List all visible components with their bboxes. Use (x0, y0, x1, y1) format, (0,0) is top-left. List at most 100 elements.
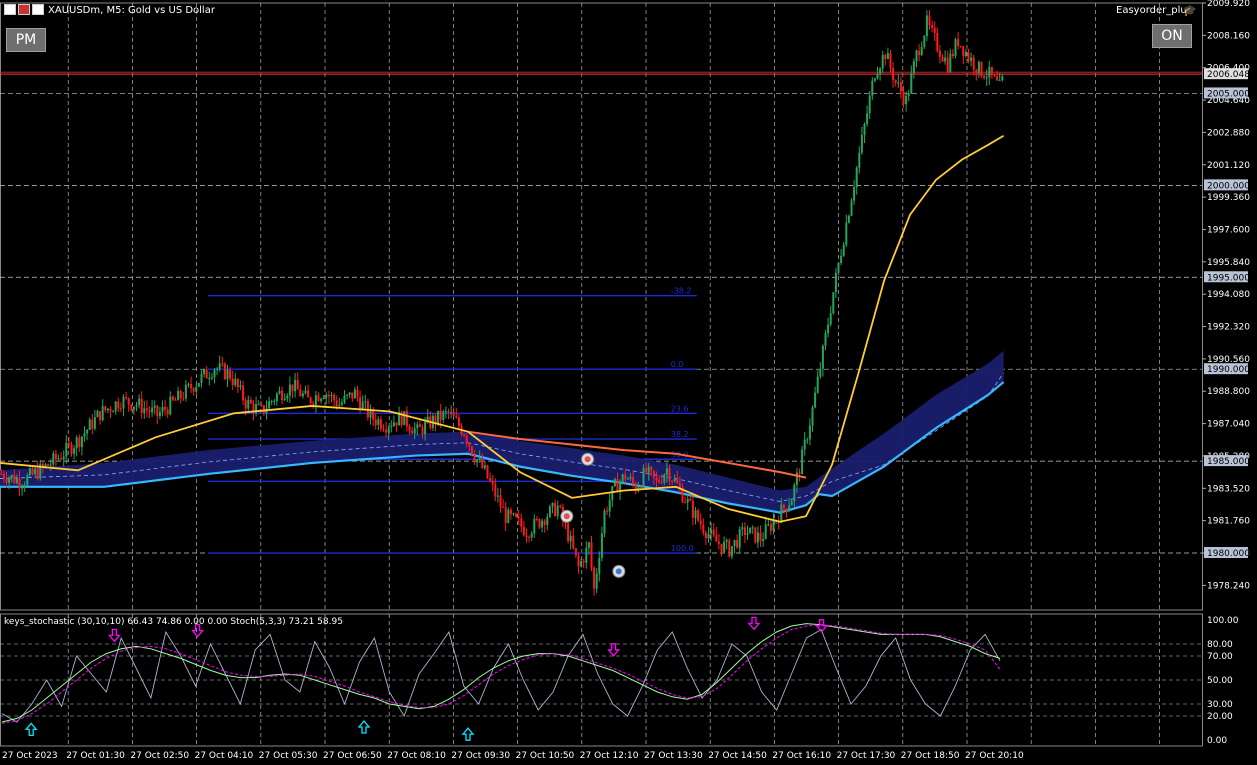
candle-body (959, 45, 962, 47)
candle-body (447, 411, 450, 413)
price-tick-label: 1997.600 (1207, 225, 1250, 235)
candle-body (522, 526, 525, 536)
candle-body (359, 397, 362, 410)
candle-body (161, 406, 164, 413)
candle-body (548, 506, 551, 517)
candle-body (390, 426, 393, 428)
arrow-down-icon (108, 628, 121, 643)
candle-body (785, 508, 788, 512)
candle-body (699, 520, 702, 525)
candle-body (481, 458, 484, 468)
candle-body (816, 376, 819, 393)
candle-body (998, 80, 1001, 82)
chart-icon-1[interactable] (4, 4, 16, 15)
candle-body (317, 395, 320, 402)
candle-body (145, 408, 148, 411)
candle-body (13, 475, 16, 483)
candle-body (369, 410, 372, 418)
candle-body (715, 535, 718, 542)
candle-body (231, 378, 234, 385)
candle-body (988, 66, 991, 78)
chart-icon-3[interactable] (32, 4, 44, 15)
candle-body (977, 61, 980, 74)
candle-body (57, 458, 60, 460)
candle-body (171, 396, 174, 400)
candle-body (374, 419, 377, 425)
candle-body (109, 408, 112, 412)
candle-body (541, 520, 544, 528)
candle-body (975, 69, 978, 74)
candle-body (36, 468, 39, 479)
candle-body (710, 529, 713, 534)
candle-body (291, 384, 294, 392)
candle-body (546, 516, 549, 525)
candle-body (275, 393, 278, 401)
candle-body (912, 61, 915, 74)
candle-body (569, 535, 572, 542)
candle-body (962, 46, 965, 57)
candle-body (528, 537, 531, 539)
candle-body (577, 555, 580, 567)
candle-body (502, 506, 505, 508)
chart-icon-2[interactable] (18, 4, 30, 15)
stoch-tick-label: 30.00 (1207, 700, 1233, 710)
time-tick-label: 27 Oct 20:10 (965, 751, 1024, 761)
candle-body (730, 546, 733, 557)
candle-body (894, 80, 897, 83)
candle-body (62, 456, 65, 460)
candle-body (616, 478, 619, 493)
candle-body (754, 527, 757, 543)
candle-body (338, 404, 341, 407)
candle-body (91, 419, 94, 429)
candle-body (200, 374, 203, 384)
candle-body (288, 384, 291, 396)
candle-body (299, 389, 302, 397)
candle-body (704, 532, 707, 539)
main-frame (0, 2, 1203, 611)
time-tick-label: 27 Oct 14:50 (708, 751, 767, 761)
candle-body (845, 222, 848, 245)
candles (0, 10, 1004, 596)
candle-body (164, 406, 167, 410)
candle-body (364, 401, 367, 403)
candle-body (642, 468, 645, 488)
pm-button[interactable]: PM (6, 28, 46, 52)
candle-body (606, 510, 609, 512)
candle-body (798, 472, 801, 475)
candle-body (847, 215, 850, 223)
candle-body (304, 390, 307, 394)
candle-body (512, 513, 515, 515)
candle-body (15, 478, 18, 483)
candle-body (486, 465, 489, 478)
chart-type-icons[interactable] (4, 4, 44, 16)
candle-body (871, 80, 874, 96)
trading-chart[interactable]: -38.20.023.638.250.061.8100.0 2009.92020… (0, 0, 1257, 765)
candle-body (405, 411, 408, 427)
candle-body (281, 390, 284, 401)
on-button[interactable]: ON (1152, 24, 1192, 48)
candle-body (868, 95, 871, 114)
candle-body (808, 425, 811, 440)
candle-body (325, 394, 328, 398)
candle-body (130, 404, 133, 410)
candle-body (28, 468, 31, 476)
band-fill (0, 350, 1004, 513)
candle-body (450, 412, 453, 414)
candle-body (525, 535, 528, 538)
candle-body (395, 422, 398, 426)
candle-body (223, 363, 226, 380)
candle-body (860, 134, 863, 153)
candle-body (608, 500, 611, 512)
candle-body (879, 68, 882, 75)
candle-body (972, 57, 975, 70)
candle-body (725, 540, 728, 542)
candle-body (941, 56, 944, 62)
candle-body (408, 426, 411, 431)
candle-body (0, 473, 3, 475)
candle-body (21, 487, 24, 489)
candle-body (489, 477, 492, 481)
candle-body (811, 407, 814, 426)
candle-body (158, 412, 161, 417)
price-tag-label: 2006.048 (1207, 70, 1250, 80)
price-tick-label: 1981.760 (1207, 517, 1250, 527)
